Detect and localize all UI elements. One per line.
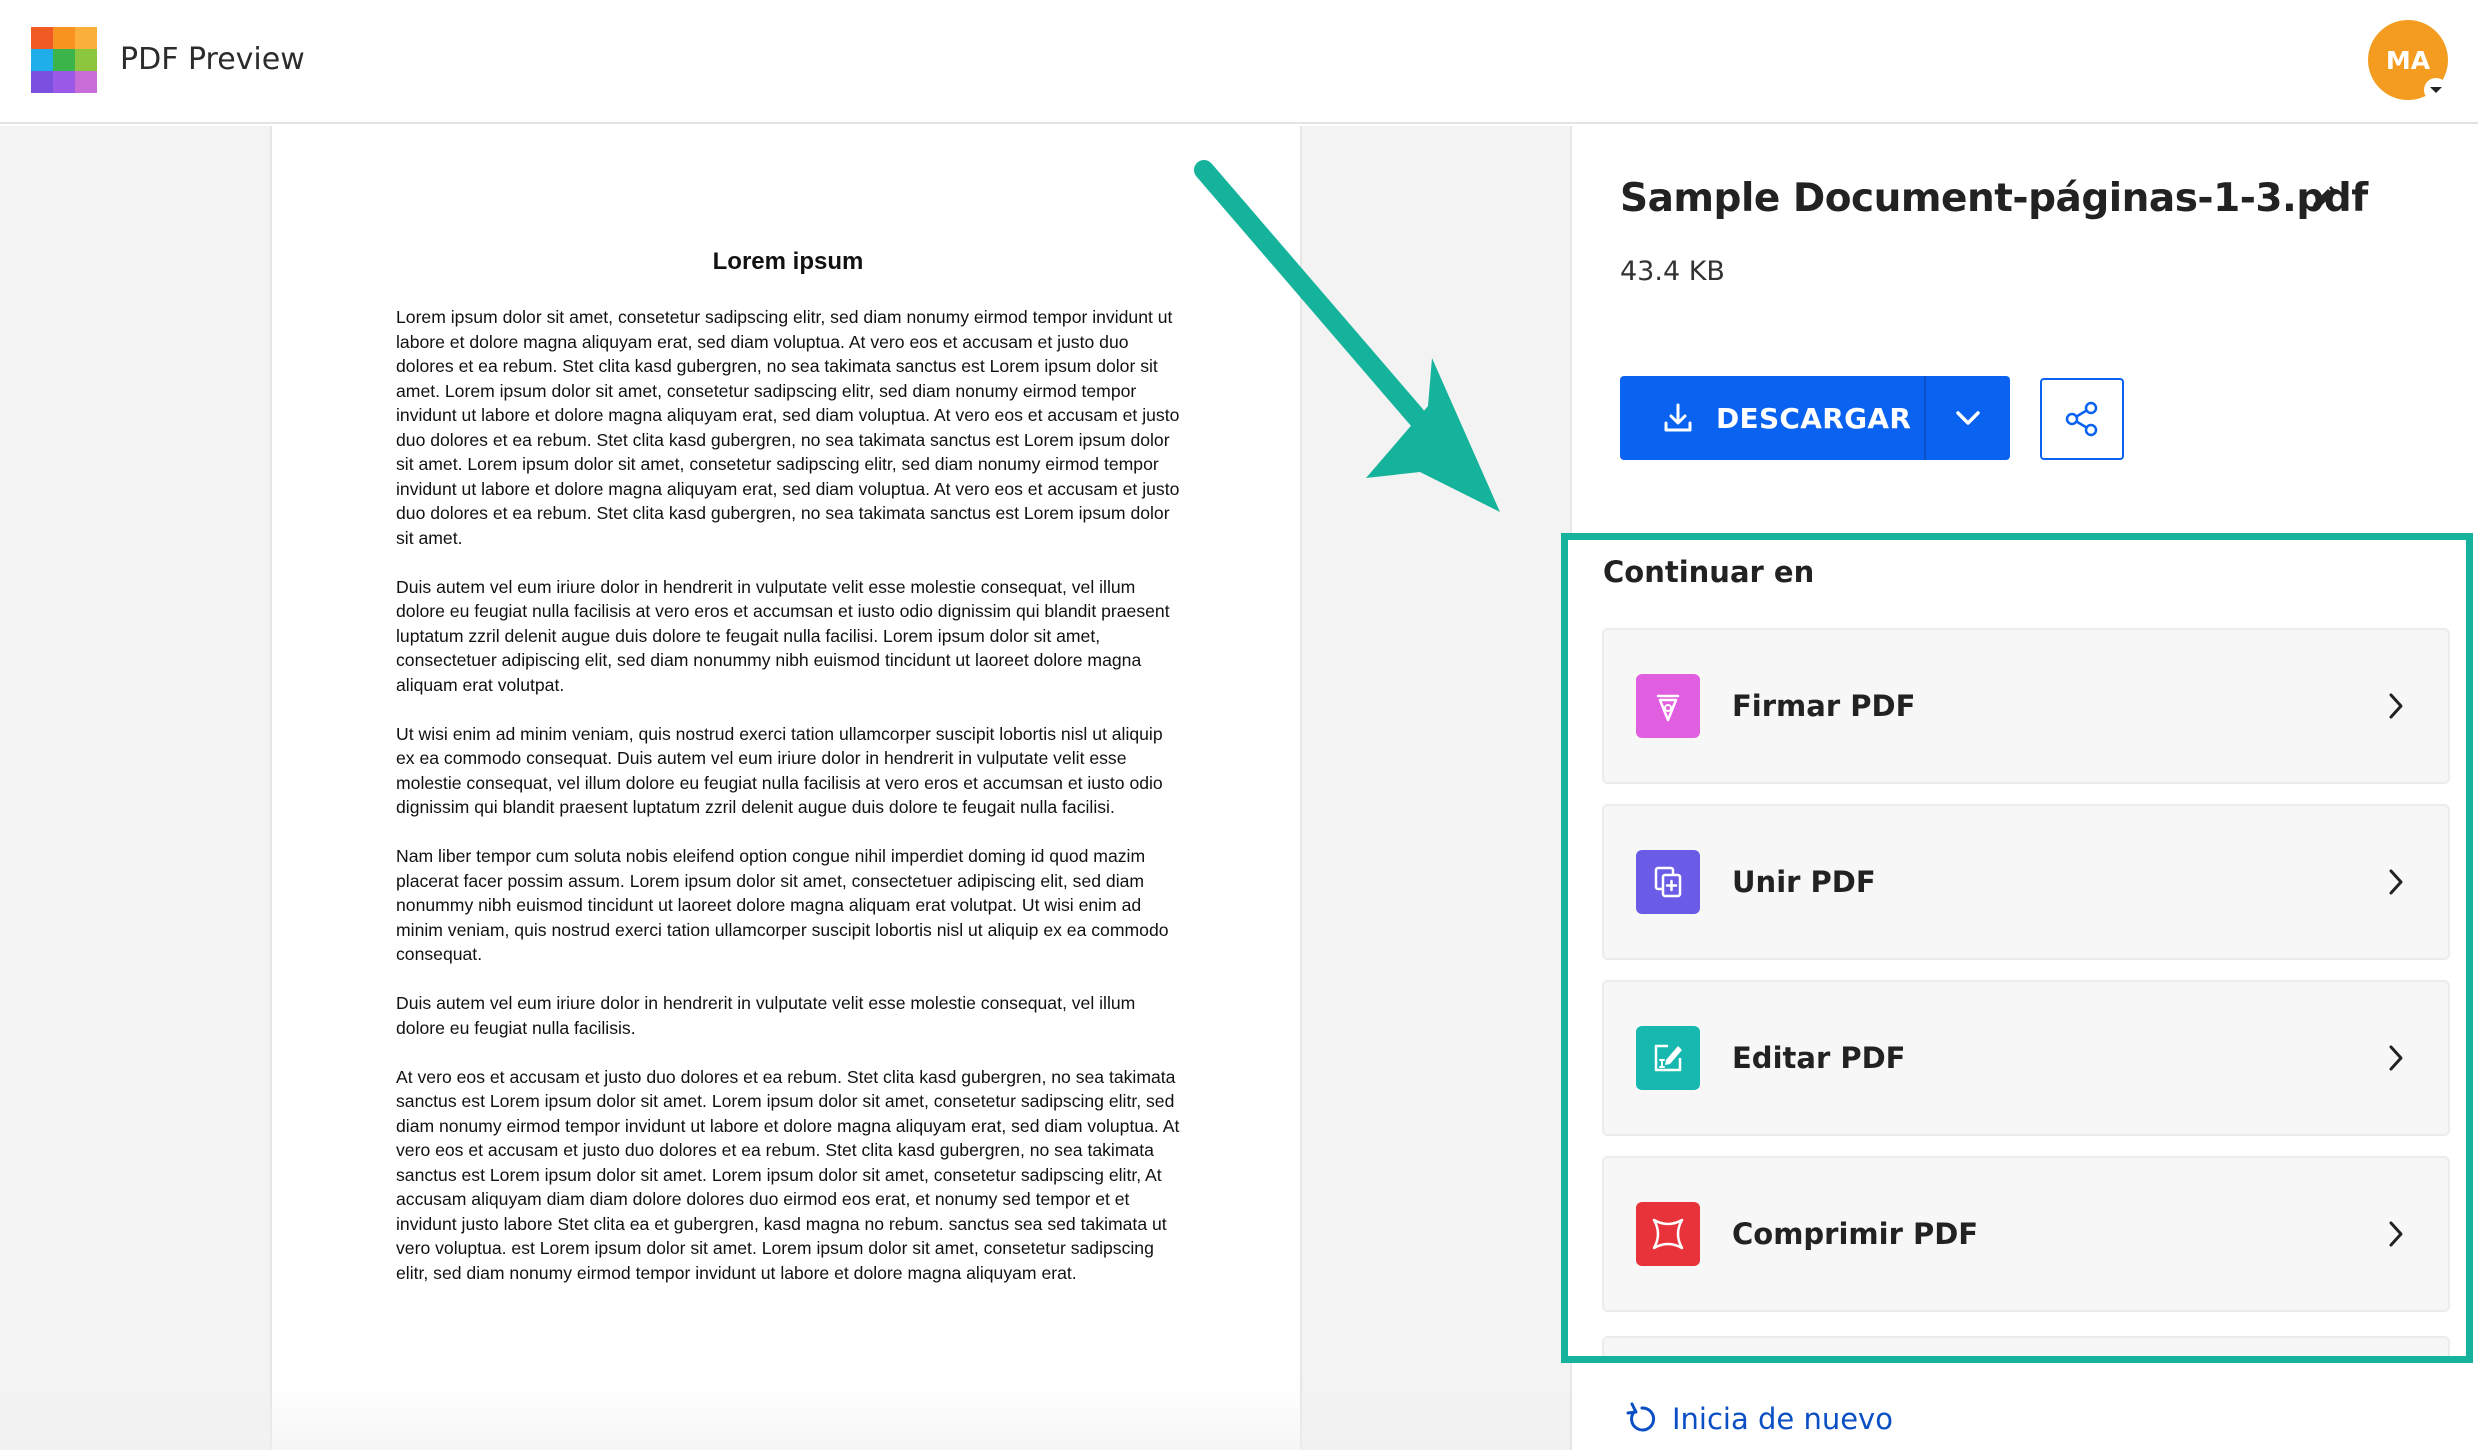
document-paragraph: Ut wisi enim ad minim veniam, quis nostr…: [396, 723, 1163, 818]
tool-label: Editar PDF: [1732, 1041, 1906, 1075]
pencil-icon[interactable]: [2308, 184, 2338, 218]
restart-icon: [1626, 1402, 1656, 1432]
document-paragraph: Duis autem vel eum iriure dolor in hendr…: [396, 993, 1136, 1038]
logo-tile: [75, 49, 97, 71]
annotation-arrow-icon: [1194, 160, 1500, 512]
restart-label: Inicia de nuevo: [1672, 1402, 1893, 1436]
logo-tile: [53, 27, 75, 49]
logo-tile: [75, 71, 97, 93]
edit-text-icon: [1636, 1026, 1700, 1090]
download-main-action[interactable]: DESCARGAR: [1620, 376, 1926, 460]
download-options-button[interactable]: [1926, 376, 2010, 460]
document-paragraph: At vero eos et accusam et justo duo dolo…: [396, 1066, 1180, 1283]
tool-label: Comprimir PDF: [1732, 1217, 1979, 1251]
download-icon: [1664, 403, 1692, 432]
chevron-down-icon: [1956, 411, 1980, 425]
top-bar: PDF Preview: [0, 0, 2478, 124]
logo-tile: [53, 49, 75, 71]
tool-card-sign[interactable]: Firmar PDF: [1602, 628, 2450, 784]
pdf-page: Lorem ipsum Lorem ipsum dolor sit amet, …: [270, 126, 1302, 1450]
tool-card-edit[interactable]: Editar PDF: [1602, 980, 2450, 1136]
app-title: PDF Preview: [120, 42, 305, 77]
logo-tile: [31, 71, 53, 93]
app-logo[interactable]: [31, 27, 97, 93]
document-title: Lorem ipsum: [712, 248, 864, 275]
logo-tile: [31, 49, 53, 71]
compress-icon: [1636, 1202, 1700, 1266]
share-button[interactable]: [2040, 378, 2124, 460]
chevron-right-icon: [2388, 1044, 2404, 1072]
download-label: DESCARGAR: [1716, 401, 1912, 435]
document-paragraph: Duis autem vel eum iriure dolor in hendr…: [396, 576, 1170, 695]
logo-tile: [53, 71, 75, 93]
logo-tile: [75, 27, 97, 49]
chevron-right-icon: [2388, 868, 2404, 896]
continue-in-title: Continuar en: [1603, 555, 1815, 589]
download-button[interactable]: DESCARGAR: [1620, 376, 2010, 460]
document-paragraph: Lorem ipsum dolor sit amet, consetetur s…: [396, 307, 1180, 548]
chevron-right-icon: [2388, 1220, 2404, 1248]
file-name[interactable]: Sample Document-páginas-1-3.pdf: [1620, 176, 2368, 221]
merge-icon: [1636, 850, 1700, 914]
sign-pen-icon: [1636, 674, 1700, 738]
file-size: 43.4 KB: [1620, 256, 1725, 287]
document-body: Lorem ipsum dolor sit amet, consetetur s…: [396, 305, 1180, 1310]
tool-label: Firmar PDF: [1732, 689, 1916, 723]
restart-link[interactable]: Inicia de nuevo: [1626, 1402, 1893, 1436]
tool-card-merge[interactable]: Unir PDF: [1602, 804, 2450, 960]
chevron-right-icon: [2388, 692, 2404, 720]
logo-tile: [31, 27, 53, 49]
tool-card-partial[interactable]: [1602, 1336, 2450, 1356]
tool-card-compress[interactable]: Comprimir PDF: [1602, 1156, 2450, 1312]
tool-label: Unir PDF: [1732, 865, 1876, 899]
preview-fade: [0, 1380, 1570, 1450]
document-paragraph: Nam liber tempor cum soluta nobis eleife…: [396, 846, 1169, 964]
avatar-dropdown-icon[interactable]: [2424, 78, 2448, 102]
share-icon: [2065, 401, 2098, 437]
